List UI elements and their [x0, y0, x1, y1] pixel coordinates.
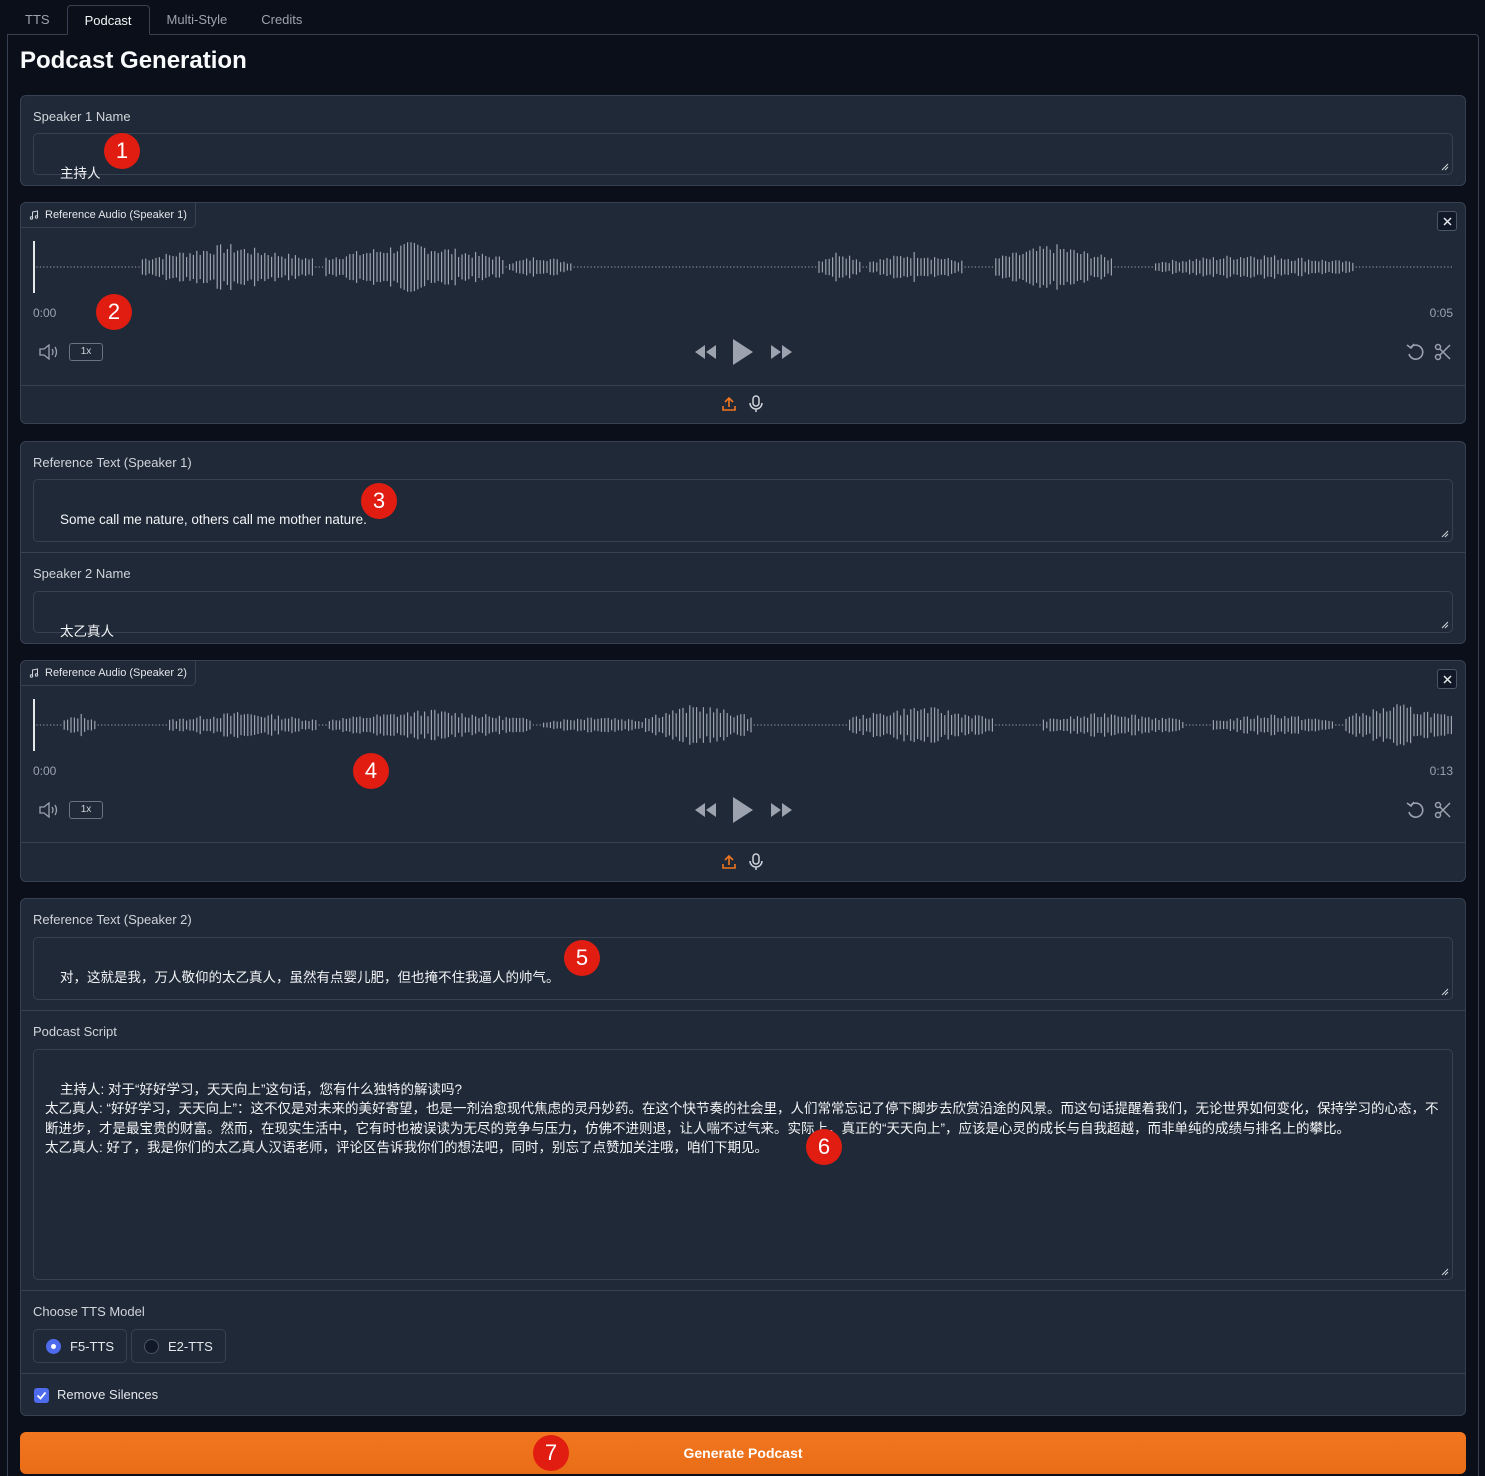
tab-podcast[interactable]: Podcast — [66, 5, 150, 35]
speaker2-name-input[interactable]: 太乙真人 — [33, 591, 1453, 639]
speaker2-waveform[interactable] — [33, 695, 1453, 755]
speaker2-audio-label: Reference Audio (Speaker 2) — [21, 661, 196, 686]
speaker2-audio-block: Reference Audio (Speaker 2) 0:00 0:13 1x — [20, 660, 1466, 882]
annotation-marker-3: 3 — [361, 483, 397, 519]
annotation-marker-1: 1 — [104, 133, 140, 169]
page-title: Podcast Generation — [20, 47, 247, 74]
divider — [21, 1290, 1465, 1291]
play-icon[interactable] — [731, 796, 755, 824]
speaker2-name-label: Speaker 2 Name — [33, 566, 131, 581]
speaker2-clear-button[interactable] — [1437, 669, 1457, 689]
speaker1-name-input[interactable]: 主持人 — [33, 133, 1453, 181]
tts-model-radio-group: F5-TTS E2-TTS — [33, 1329, 433, 1363]
speaker1-text-speaker2-name-block: Reference Text (Speaker 1) Some call me … — [20, 441, 1466, 644]
remove-silences-checkbox[interactable] — [34, 1388, 49, 1403]
speaker2-ref-text-input[interactable]: 对，这就是我，万人敬仰的太乙真人，虽然有点婴儿肥，但也掩不住我逼人的帅气。 — [33, 937, 1453, 1000]
upload-icon[interactable] — [721, 396, 737, 412]
speaker1-audio-label: Reference Audio (Speaker 1) — [21, 203, 196, 228]
speaker1-name-block: Speaker 1 Name 主持人 — [20, 95, 1466, 186]
speaker1-ref-text-label: Reference Text (Speaker 1) — [33, 455, 192, 470]
close-icon — [1442, 216, 1452, 226]
speaker1-audio-block: Reference Audio (Speaker 1) 0:00 0:05 1x — [20, 202, 1466, 424]
speaker2-time-start: 0:00 — [33, 764, 57, 778]
divider — [21, 842, 1465, 843]
tts-model-label: Choose TTS Model — [33, 1304, 145, 1319]
generate-podcast-button[interactable]: Generate Podcast — [20, 1432, 1466, 1474]
speaker1-ref-text-value: Some call me nature, others call me moth… — [60, 511, 367, 527]
speaker1-clear-button[interactable] — [1437, 211, 1457, 231]
speaker1-playback-rate-button[interactable]: 1x — [69, 343, 103, 361]
resize-handle-icon[interactable] — [1439, 986, 1449, 996]
undo-icon[interactable] — [1406, 801, 1426, 819]
divider — [21, 1010, 1465, 1011]
microphone-icon[interactable] — [749, 395, 763, 413]
speaker2-ref-text-label: Reference Text (Speaker 2) — [33, 912, 192, 927]
remove-silences-label: Remove Silences — [57, 1387, 159, 1402]
upload-icon[interactable] — [721, 854, 737, 870]
tab-credits[interactable]: Credits — [244, 5, 319, 35]
undo-icon[interactable] — [1406, 343, 1426, 361]
podcast-script-input[interactable]: 主持人: 对于“好好学习，天天向上”这句话，您有什么独特的解读吗? 太乙真人: … — [33, 1049, 1453, 1280]
speaker1-name-label: Speaker 1 Name — [33, 109, 131, 124]
divider — [21, 1373, 1465, 1374]
annotation-marker-7: 7 — [533, 1435, 569, 1471]
close-icon — [1442, 674, 1452, 684]
speaker1-waveform[interactable] — [33, 237, 1453, 297]
annotation-marker-5: 5 — [564, 940, 600, 976]
scissors-icon[interactable] — [1434, 343, 1452, 361]
podcast-script-label: Podcast Script — [33, 1024, 117, 1039]
fast-forward-icon[interactable] — [769, 344, 793, 360]
podcast-script-value: 主持人: 对于“好好学习，天天向上”这句话，您有什么独特的解读吗? 太乙真人: … — [45, 1081, 1439, 1156]
speaker2-time-end: 0:13 — [1429, 764, 1453, 778]
radio-selected-icon — [46, 1338, 61, 1354]
divider — [21, 385, 1465, 386]
music-note-icon — [29, 210, 39, 220]
speaker1-ref-text-input[interactable]: Some call me nature, others call me moth… — [33, 479, 1453, 542]
tab-bar: TTS Podcast Multi-Style Credits — [8, 5, 319, 35]
speaker2-name-value: 太乙真人 — [60, 623, 115, 639]
annotation-marker-2: 2 — [96, 294, 132, 330]
fast-forward-icon[interactable] — [769, 802, 793, 818]
play-icon[interactable] — [731, 338, 755, 366]
settings-block: Reference Text (Speaker 2) 对，这就是我，万人敬仰的太… — [20, 898, 1466, 1416]
volume-icon[interactable] — [38, 344, 60, 360]
resize-handle-icon[interactable] — [1439, 619, 1449, 629]
resize-handle-icon[interactable] — [1439, 528, 1449, 538]
checkmark-icon — [36, 1391, 47, 1400]
speaker1-name-value: 主持人 — [60, 165, 101, 181]
rewind-icon[interactable] — [694, 344, 718, 360]
resize-handle-icon[interactable] — [1439, 1266, 1449, 1276]
rewind-icon[interactable] — [694, 802, 718, 818]
annotation-marker-6: 6 — [806, 1129, 842, 1165]
radio-unselected-icon — [144, 1338, 159, 1354]
volume-icon[interactable] — [38, 802, 60, 818]
music-note-icon — [29, 668, 39, 678]
resize-handle-icon[interactable] — [1439, 161, 1449, 171]
tab-tts[interactable]: TTS — [8, 5, 67, 35]
microphone-icon[interactable] — [749, 853, 763, 871]
speaker2-ref-text-value: 对，这就是我，万人敬仰的太乙真人，虽然有点婴儿肥，但也掩不住我逼人的帅气。 — [60, 969, 560, 985]
speaker2-playback-rate-button[interactable]: 1x — [69, 801, 103, 819]
divider — [21, 552, 1465, 553]
speaker1-time-end: 0:05 — [1429, 306, 1453, 320]
radio-e2-tts[interactable]: E2-TTS — [131, 1329, 226, 1363]
annotation-marker-4: 4 — [353, 753, 389, 789]
speaker1-time-start: 0:00 — [33, 306, 57, 320]
scissors-icon[interactable] — [1434, 801, 1452, 819]
radio-f5-tts[interactable]: F5-TTS — [33, 1329, 128, 1363]
tab-multi-style[interactable]: Multi-Style — [150, 5, 245, 35]
